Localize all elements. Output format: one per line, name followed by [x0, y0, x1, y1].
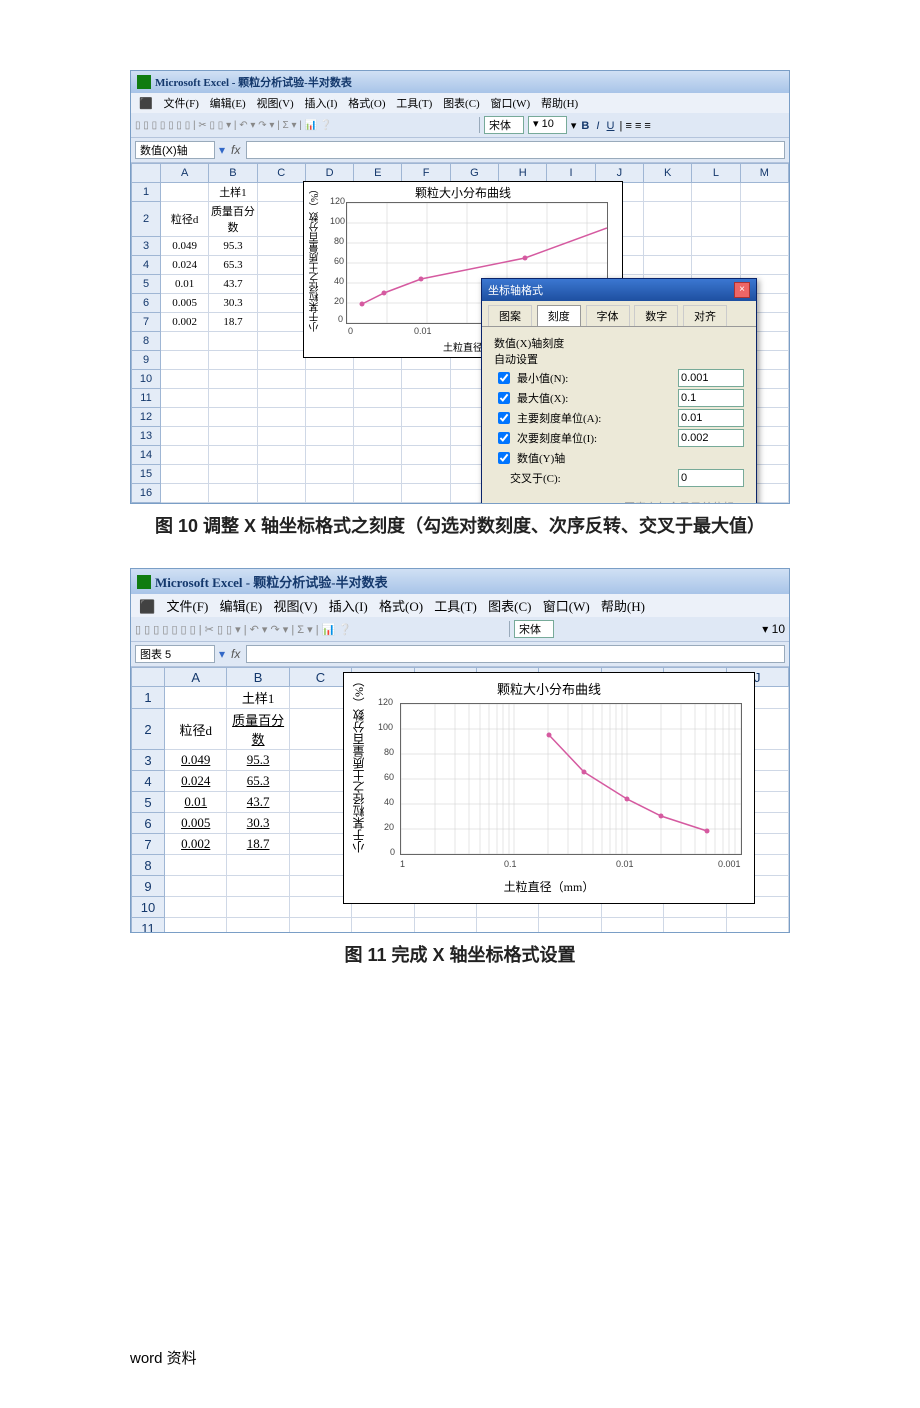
app-title: Microsoft Excel - 颗粒分析试验-半对数表 — [155, 74, 352, 90]
minor-input[interactable] — [678, 429, 744, 447]
cross-input[interactable] — [678, 469, 744, 487]
menu-window[interactable]: 窗口(W) — [490, 98, 530, 110]
toolbar: ▯ ▯ ▯ ▯ ▯ ▯ ▯ | ✂ ▯ ▯ ▾ | ↶ ▾ ↷ ▾ | Σ ▾ … — [131, 113, 789, 138]
yaxis-label: 数值(Y)轴 — [517, 450, 565, 466]
figure-10-caption: 图 10 调整 X 轴坐标格式之刻度（勾选对数刻度、次序反转、交叉于最大值） — [130, 512, 790, 538]
tab-scale[interactable]: 刻度 — [537, 305, 581, 326]
menu-help[interactable]: 帮助(H) — [601, 599, 645, 614]
menu-window[interactable]: 窗口(W) — [543, 599, 590, 614]
menu-edit[interactable]: 编辑(E) — [210, 98, 246, 110]
name-box[interactable]: 图表 5 — [135, 645, 215, 663]
formula-bar: 数值(X)轴 ▾ fx — [131, 138, 789, 163]
display-unit-label: 显示单位(U): — [494, 501, 549, 503]
menu-view[interactable]: 视图(V) — [273, 599, 317, 614]
toolbar: ▯ ▯ ▯ ▯ ▯ ▯ ▯ | ✂ ▯ ▯ ▾ | ↶ ▾ ↷ ▾ | Σ ▾ … — [131, 617, 789, 642]
app-icon — [137, 75, 151, 89]
dialog-tabs[interactable]: 图案 刻度 字体 数字 对齐 — [482, 301, 756, 327]
menu-chart[interactable]: 图表(C) — [488, 599, 531, 614]
menu-format[interactable]: 格式(O) — [348, 98, 385, 110]
app-icon — [137, 575, 151, 589]
menu-insert[interactable]: 插入(I) — [304, 98, 337, 110]
menu-insert[interactable]: 插入(I) — [329, 599, 368, 614]
dialog-title-bar[interactable]: 坐标轴格式 × — [482, 279, 756, 301]
tab-font[interactable]: 字体 — [586, 305, 630, 326]
tab-pattern[interactable]: 图案 — [488, 305, 532, 326]
excel-window-2: Microsoft Excel - 颗粒分析试验-半对数表 ⬛ 文件(F) 编辑… — [130, 568, 790, 933]
font-name-dropdown[interactable]: 宋体 — [484, 116, 524, 134]
underline-button[interactable]: U — [607, 120, 615, 132]
embedded-chart-2[interactable]: 颗粒大小分布曲线 小于某粒径之土质量百分数（%） — [343, 672, 755, 904]
minor-checkbox[interactable] — [498, 432, 510, 444]
formula-bar: 图表 5 ▾ fx — [131, 642, 789, 667]
axis-format-dialog[interactable]: 坐标轴格式 × 图案 刻度 字体 数字 对齐 数值(X)轴刻度 自动设置 最小值… — [481, 278, 757, 503]
menu-bar[interactable]: ⬛ 文件(F) 编辑(E) 视图(V) 插入(I) 格式(O) 工具(T) 图表… — [131, 594, 789, 617]
y-axis-label: 小于某粒径之土质量百分数（%） — [308, 202, 323, 332]
menu-format[interactable]: 格式(O) — [379, 599, 423, 614]
min-input[interactable] — [678, 369, 744, 387]
worksheet[interactable]: ABCDEFGHIJKLM 1土样1 2粒径d质量百分数 30.04995.3 … — [131, 163, 789, 503]
x-axis-label: 土粒直径（mm） — [344, 876, 754, 897]
menu-chart[interactable]: 图表(C) — [443, 98, 480, 110]
menu-bar[interactable]: ⬛ 文件(F) 编辑(E) 视图(V) 插入(I) 格式(O) 工具(T) 图表… — [131, 93, 789, 113]
menu-help[interactable]: 帮助(H) — [541, 98, 578, 110]
fx-label: fx — [231, 647, 240, 661]
display-label-text: 图表上包含显示单位标签(D) — [624, 499, 744, 503]
close-icon[interactable]: × — [734, 282, 750, 298]
bold-button[interactable]: B — [581, 120, 589, 132]
figure-11-caption: 图 11 完成 X 轴坐标格式设置 — [130, 941, 790, 967]
tab-number[interactable]: 数字 — [634, 305, 678, 326]
max-label: 最大值(X): — [517, 390, 568, 406]
italic-button[interactable]: I — [596, 120, 599, 132]
major-checkbox[interactable] — [498, 412, 510, 424]
fx-label: fx — [231, 143, 240, 157]
y-axis-label: 小于某粒径之土质量百分数（%） — [350, 703, 367, 853]
menu-view[interactable]: 视图(V) — [256, 98, 293, 110]
formula-input[interactable] — [246, 645, 785, 663]
menu-file[interactable]: 文件(F) — [163, 98, 198, 110]
tab-align[interactable]: 对齐 — [683, 305, 727, 326]
major-label: 主要刻度单位(A): — [517, 410, 601, 426]
min-label: 最小值(N): — [517, 370, 568, 386]
menu-small-icon: ⬛ — [139, 98, 153, 110]
title-bar: Microsoft Excel - 颗粒分析试验-半对数表 — [131, 569, 789, 594]
dialog-body: 数值(X)轴刻度 自动设置 最小值(N): 最大值(X): 主要刻度单位(A):… — [482, 327, 756, 503]
minor-label: 次要刻度单位(I): — [517, 430, 597, 446]
max-input[interactable] — [678, 389, 744, 407]
chart-title: 颗粒大小分布曲线 — [304, 182, 622, 203]
menu-tools[interactable]: 工具(T) — [434, 599, 477, 614]
menu-file[interactable]: 文件(F) — [166, 599, 208, 614]
chart-title: 颗粒大小分布曲线 — [344, 673, 754, 704]
min-checkbox[interactable] — [498, 372, 510, 384]
auto-label: 自动设置 — [494, 351, 744, 367]
major-input[interactable] — [678, 409, 744, 427]
worksheet[interactable]: ABCDEFGHIJ 1土样1 2粒径d质量百分数 30.04995.3 40.… — [131, 667, 789, 932]
formula-input[interactable] — [246, 141, 785, 159]
yaxis-checkbox[interactable] — [498, 452, 510, 464]
dialog-title: 坐标轴格式 — [488, 282, 543, 298]
menu-edit[interactable]: 编辑(E) — [220, 599, 263, 614]
footer: word 资料 — [130, 1347, 790, 1368]
font-size-dropdown[interactable]: ▾ 10 — [528, 116, 567, 134]
scale-header: 数值(X)轴刻度 — [494, 335, 744, 351]
cross-label: 交叉于(C): — [510, 470, 561, 486]
font-name-dropdown[interactable]: 宋体 — [514, 620, 554, 638]
excel-window-1: Microsoft Excel - 颗粒分析试验-半对数表 ⬛ 文件(F) 编辑… — [130, 70, 790, 504]
max-checkbox[interactable] — [498, 392, 510, 404]
title-bar: Microsoft Excel - 颗粒分析试验-半对数表 — [131, 71, 789, 93]
name-box[interactable]: 数值(X)轴 — [135, 141, 215, 159]
menu-tools[interactable]: 工具(T) — [396, 98, 432, 110]
app-title: Microsoft Excel - 颗粒分析试验-半对数表 — [155, 572, 388, 591]
